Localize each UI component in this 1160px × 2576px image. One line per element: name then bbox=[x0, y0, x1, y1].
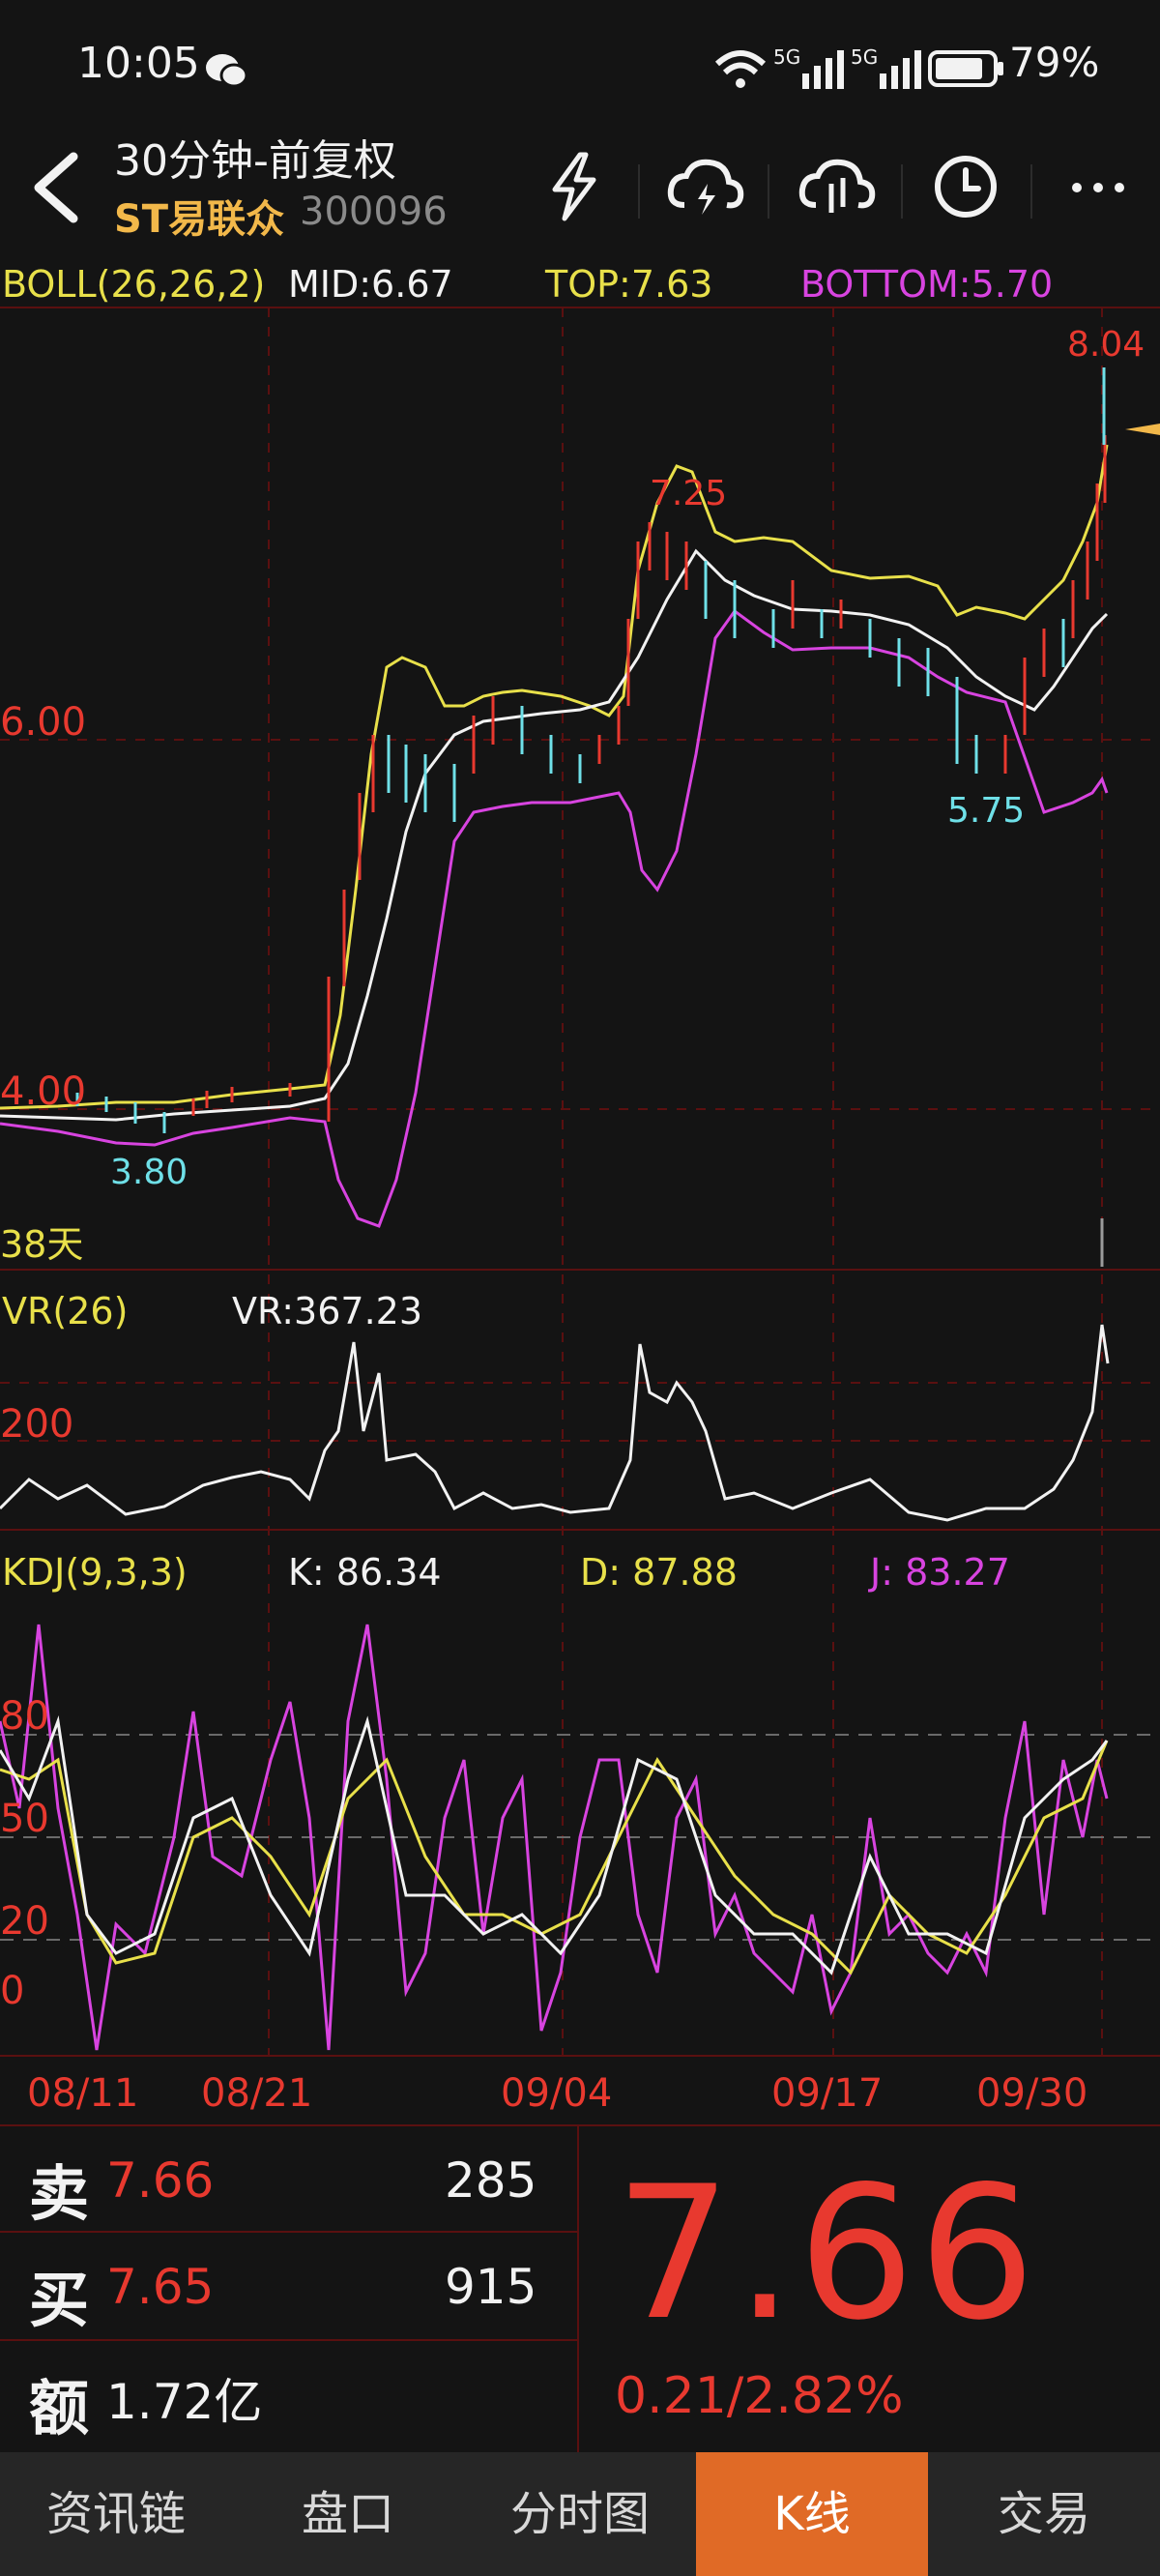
amount-value: 1.72亿 bbox=[106, 2374, 263, 2430]
boll-label: BOLL(26,26,2) bbox=[2, 263, 266, 306]
battery-percent: 79% bbox=[1009, 39, 1100, 86]
cloud-chart-icon[interactable] bbox=[798, 155, 876, 219]
boll-mid-line bbox=[0, 548, 1109, 1122]
boll-top-line bbox=[0, 444, 1109, 1110]
vr-value: VR:367.23 bbox=[232, 1290, 422, 1332]
date-label: 08/21 bbox=[201, 2071, 313, 2116]
tab-trade[interactable]: 交易 bbox=[928, 2452, 1160, 2576]
status-time: 10:05 bbox=[77, 39, 200, 88]
wifi-icon bbox=[714, 50, 767, 88]
sell-volume: 285 bbox=[445, 2152, 537, 2209]
kdj-k-line bbox=[0, 1715, 1109, 1976]
kdj-k-value: K: 86.34 bbox=[288, 1551, 442, 1594]
tab-kline[interactable]: K线 bbox=[696, 2452, 928, 2576]
axis-label-4: 4.00 bbox=[0, 1069, 87, 1114]
date-label: 09/17 bbox=[771, 2071, 884, 2116]
buy-volume: 915 bbox=[445, 2259, 537, 2315]
back-arrow-icon[interactable] bbox=[27, 151, 85, 224]
tab-order-book[interactable]: 盘口 bbox=[232, 2452, 464, 2576]
current-price-marker bbox=[1125, 424, 1160, 435]
low-label: 5.75 bbox=[947, 791, 1026, 831]
axis-label-50: 50 bbox=[0, 1797, 49, 1841]
kdj-j-value: J: 83.27 bbox=[870, 1551, 1010, 1594]
vr-label: VR(26) bbox=[2, 1290, 129, 1332]
tab-intraday[interactable]: 分时图 bbox=[464, 2452, 696, 2576]
svg-text:5G: 5G bbox=[851, 45, 878, 69]
page-title[interactable]: 30分钟-前复权 bbox=[114, 126, 396, 188]
more-icon[interactable] bbox=[1069, 180, 1127, 195]
high-label-2: 7.25 bbox=[650, 474, 728, 513]
axis-label-0: 0 bbox=[0, 1969, 25, 2013]
sell-price: 7.66 bbox=[106, 2152, 215, 2209]
vr-line bbox=[0, 1324, 1110, 1522]
date-label: 08/11 bbox=[27, 2071, 139, 2116]
lightning-icon[interactable] bbox=[547, 151, 601, 222]
boll-top-value: TOP:7.63 bbox=[545, 263, 713, 306]
boll-bottom-value: BOTTOM:5.70 bbox=[800, 263, 1054, 306]
tab-info-chain[interactable]: 资讯链 bbox=[0, 2452, 232, 2576]
current-price: 7.66 bbox=[615, 2147, 1040, 2360]
boll-bottom-line bbox=[0, 608, 1109, 1228]
kdj-label: KDJ(9,3,3) bbox=[2, 1551, 188, 1594]
stock-name: ST易联众 bbox=[114, 197, 285, 242]
axis-label-80: 80 bbox=[0, 1694, 49, 1739]
signal-5g-icon-2: 5G bbox=[851, 45, 921, 89]
kdj-d-value: D: 87.88 bbox=[580, 1551, 738, 1594]
axis-label-200: 200 bbox=[0, 1402, 74, 1447]
days-label: 38天 bbox=[0, 1223, 84, 1266]
amount-label: 额 bbox=[29, 2373, 90, 2444]
sell-label: 卖 bbox=[29, 2158, 90, 2229]
date-label: 09/04 bbox=[501, 2071, 613, 2116]
stock-code: 300096 bbox=[300, 190, 448, 234]
cloud-lightning-icon[interactable] bbox=[667, 155, 744, 219]
axis-label-6: 6.00 bbox=[0, 700, 87, 745]
signal-5g-icon-1: 5G bbox=[773, 45, 844, 89]
low-label-2: 3.80 bbox=[110, 1153, 188, 1192]
high-label: 8.04 bbox=[1067, 325, 1146, 365]
price-change: 0.21/2.82% bbox=[615, 2367, 904, 2425]
boll-mid-value: MID:6.67 bbox=[288, 263, 453, 306]
buy-label: 买 bbox=[29, 2265, 90, 2335]
wechat-icon bbox=[206, 54, 248, 88]
clock-icon[interactable] bbox=[932, 153, 1000, 220]
kdj-d-line bbox=[0, 1740, 1109, 1976]
buy-price: 7.65 bbox=[106, 2259, 215, 2315]
svg-text:5G: 5G bbox=[773, 45, 800, 69]
date-label: 09/30 bbox=[976, 2071, 1088, 2116]
battery-icon bbox=[928, 50, 1003, 87]
axis-label-20: 20 bbox=[0, 1899, 49, 1944]
